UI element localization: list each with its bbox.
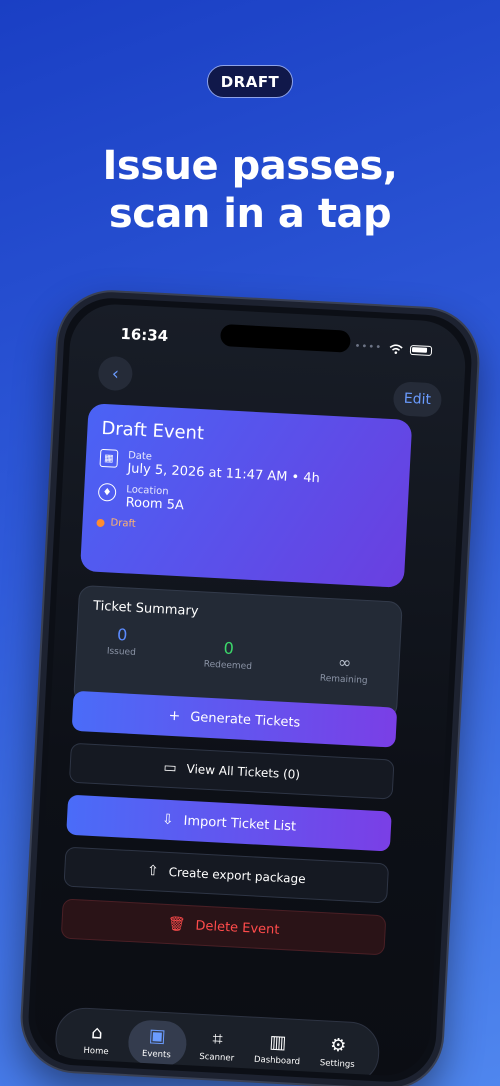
signal-icon: •••• <box>354 341 383 354</box>
bar-chart-icon: ▥ <box>268 1031 288 1053</box>
stat-label: Remaining <box>319 673 368 687</box>
plus-icon: + <box>168 707 181 725</box>
tab-label: Scanner <box>199 1051 235 1064</box>
view-all-tickets-label: View All Tickets (0) <box>186 761 301 782</box>
generate-tickets-label: Generate Tickets <box>189 709 301 731</box>
stat-label: Redeemed <box>203 659 253 673</box>
qr-scanner-icon: ⌗ <box>212 1028 224 1050</box>
tab-label: Events <box>141 1048 172 1060</box>
create-export-package-button[interactable]: ⇧ Create export package <box>63 846 390 904</box>
gear-icon: ⚙ <box>329 1034 347 1057</box>
ticket-stats: 0 Issued 0 Redeemed ∞ Remaining <box>90 624 386 687</box>
stat-label: Issued <box>106 646 137 658</box>
stat-value: 0 <box>116 624 128 645</box>
edit-button[interactable]: Edit <box>392 381 443 418</box>
stat-value: 0 <box>223 638 235 659</box>
headline-line-2: scan in a tap <box>108 191 392 237</box>
events-icon: ▣ <box>148 1024 167 1047</box>
status-time: 16:34 <box>119 324 169 346</box>
event-title: Draft Event <box>100 417 205 445</box>
phone-frame: 16:34 •••• ‹ Edit Draft Event ▦ Date Jul… <box>19 289 481 1086</box>
delete-event-button[interactable]: 🗑 Delete Event <box>60 898 387 956</box>
chevron-left-icon: ‹ <box>111 362 120 385</box>
stat-redeemed: 0 Redeemed <box>203 638 253 680</box>
status-icons: •••• <box>354 341 433 356</box>
delete-event-label: Delete Event <box>195 917 280 938</box>
tab-bar: ⌂ Home ▣ Events ⌗ Scanner ▥ Dashboard ⚙ <box>53 1006 381 1078</box>
trash-icon: 🗑 <box>167 916 186 933</box>
create-export-package-label: Create export package <box>168 865 306 887</box>
headline-line-1: Issue passes, <box>102 143 398 189</box>
import-ticket-list-button[interactable]: ⇩ Import Ticket List <box>66 794 392 852</box>
ticket-summary-title: Ticket Summary <box>92 598 199 620</box>
stat-issued: 0 Issued <box>106 624 137 673</box>
event-location-row: ♦ Location Room 5A <box>97 482 394 524</box>
stat-remaining: ∞ Remaining <box>319 652 369 687</box>
status-dot-icon <box>96 518 105 527</box>
event-date-row: ▦ Date July 5, 2026 at 11:47 AM • 4h <box>99 448 396 490</box>
tab-scanner[interactable]: ⌗ Scanner <box>187 1028 247 1064</box>
home-icon: ⌂ <box>90 1021 104 1044</box>
battery-icon <box>409 344 433 356</box>
tab-label: Home <box>83 1045 109 1057</box>
headline: Issue passes, scan in a tap <box>0 142 500 238</box>
calendar-icon: ▦ <box>99 448 119 468</box>
tab-events[interactable]: ▣ Events <box>126 1018 188 1067</box>
ticket-icon: ▭ <box>162 759 178 777</box>
view-all-tickets-button[interactable]: ▭ View All Tickets (0) <box>68 742 395 800</box>
import-icon: ⇩ <box>161 811 175 829</box>
stat-value: ∞ <box>337 652 352 673</box>
dynamic-island <box>219 323 351 353</box>
wifi-icon <box>389 343 403 354</box>
tab-dashboard[interactable]: ▥ Dashboard <box>248 1031 308 1067</box>
import-ticket-list-label: Import Ticket List <box>183 813 297 835</box>
back-button[interactable]: ‹ <box>97 355 134 392</box>
event-card[interactable]: Draft Event ▦ Date July 5, 2026 at 11:47… <box>79 403 413 588</box>
location-pin-icon: ♦ <box>97 482 117 502</box>
tab-home[interactable]: ⌂ Home <box>67 1021 127 1057</box>
status-label: Draft <box>110 517 137 530</box>
tab-label: Settings <box>319 1057 355 1070</box>
location-value: Room 5A <box>125 495 185 514</box>
share-icon: ⇧ <box>146 862 160 880</box>
phone-mockup: 16:34 •••• ‹ Edit Draft Event ▦ Date Jul… <box>19 289 481 1086</box>
tab-settings[interactable]: ⚙ Settings <box>308 1034 368 1070</box>
draft-badge: DRAFT <box>207 65 293 98</box>
tab-label: Dashboard <box>253 1054 301 1067</box>
app-screen: 16:34 •••• ‹ Edit Draft Event ▦ Date Jul… <box>32 302 468 1078</box>
